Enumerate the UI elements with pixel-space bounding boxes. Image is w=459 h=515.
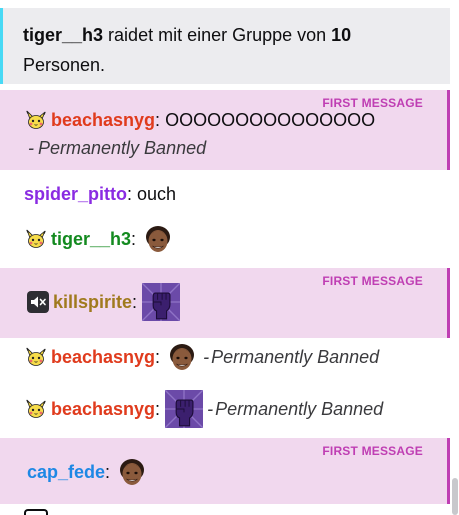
ban-dash: - — [207, 398, 214, 419]
message-colon: : — [127, 184, 133, 204]
face-emote-icon[interactable] — [165, 340, 199, 374]
message-colon: : — [105, 461, 111, 482]
message-colon: : — [131, 228, 137, 249]
chat-message: cap_fede: — [27, 455, 149, 489]
pichu-badge-icon[interactable] — [24, 397, 48, 421]
face-emote-icon[interactable] — [115, 455, 149, 489]
chat-username[interactable]: tiger__h3 — [51, 229, 131, 250]
raid-user[interactable]: tiger__h3 — [23, 25, 103, 45]
chat-username[interactable]: beachasnyg — [51, 347, 155, 368]
chat-username[interactable]: killspirite — [53, 292, 132, 313]
chat-message: beachasnyg: - Permanently Banned — [24, 390, 383, 428]
scrollbar-thumb[interactable] — [452, 478, 458, 515]
message-colon: : — [132, 291, 138, 312]
chat-message: beachasnyg: - Permanently Banned — [24, 340, 379, 374]
pichu-badge-icon[interactable] — [24, 345, 48, 369]
raised-fist-emote-icon[interactable] — [142, 283, 180, 321]
message-colon: : — [155, 109, 161, 130]
first-message-label: FIRST MESSAGE — [322, 274, 423, 288]
raised-fist-emote-icon[interactable] — [165, 390, 203, 428]
chat-username[interactable]: beachasnyg — [51, 399, 155, 420]
muted-speaker-badge-icon[interactable] — [26, 290, 50, 314]
chat-log: tiger__h3 raidet mit einer Gruppe von 10… — [0, 0, 452, 515]
ban-text: Permanently Banned — [215, 398, 384, 419]
first-message-label: FIRST MESSAGE — [322, 444, 423, 458]
message-colon: : — [155, 346, 161, 367]
ban-dash: - — [203, 346, 210, 367]
ban-dash: - — [28, 138, 34, 158]
raid-text: raidet mit einer Gruppe von — [103, 25, 332, 45]
chat-message: killspirite: — [26, 283, 180, 321]
face-emote-icon[interactable] — [141, 222, 175, 256]
raid-count: 10 — [331, 25, 352, 45]
chat-message: tiger__h3: — [24, 222, 175, 256]
chat-username[interactable]: cap_fede — [27, 462, 105, 483]
pichu-badge-icon[interactable] — [24, 108, 48, 132]
message-colon: : — [155, 398, 161, 419]
next-message-badge-icon — [24, 509, 48, 515]
chat-username[interactable]: spider_pitto — [24, 184, 127, 205]
chat-message: spider_pitto: ouch — [24, 184, 176, 205]
message-text: ouch — [137, 184, 177, 204]
ban-notice: - Permanently Banned — [28, 138, 206, 159]
ban-text: Permanently Banned — [38, 138, 207, 158]
chat-message: beachasnyg: OOOOOOOOOOOOOOO — [24, 108, 375, 132]
ban-text: Permanently Banned — [211, 346, 380, 367]
raid-notice: tiger__h3 raidet mit einer Gruppe von 10… — [0, 8, 450, 84]
message-text: OOOOOOOOOOOOOOO — [165, 109, 376, 130]
raid-text-end: Personen. — [23, 55, 106, 75]
chat-username[interactable]: beachasnyg — [51, 110, 155, 131]
pichu-badge-icon[interactable] — [24, 227, 48, 251]
